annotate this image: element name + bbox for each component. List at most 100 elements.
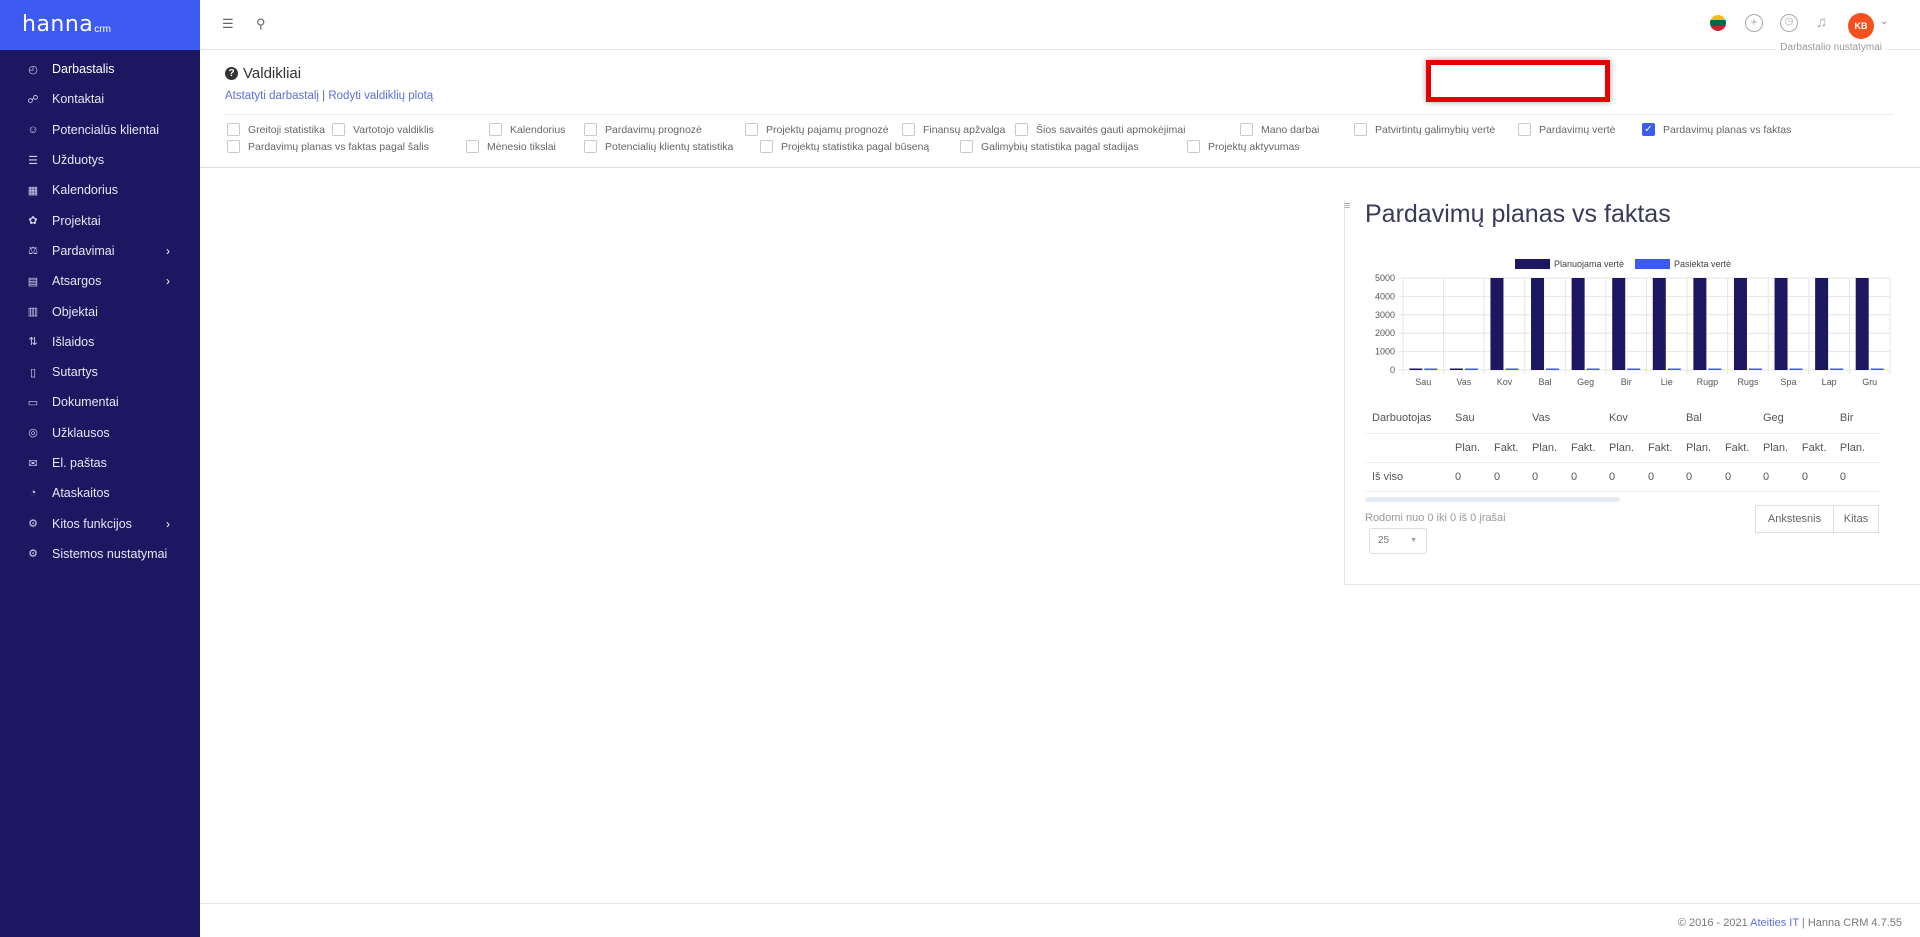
- widget-checkbox[interactable]: Potencialių klientų statistika: [584, 140, 733, 153]
- brand-logo[interactable]: hanna crm: [0, 0, 200, 50]
- checkbox-icon[interactable]: [332, 123, 345, 136]
- sub-header-cell[interactable]: Plan.: [1840, 433, 1879, 462]
- widget-checkbox[interactable]: Mėnesio tikslai: [466, 140, 556, 153]
- month-header[interactable]: Bal: [1686, 404, 1725, 433]
- add-icon[interactable]: +: [1745, 14, 1763, 32]
- sub-header-cell[interactable]: Plan.: [1532, 433, 1571, 462]
- bar-planned: [1409, 368, 1423, 370]
- widget-checkbox[interactable]: Mano darbai: [1240, 123, 1319, 136]
- drag-handle-icon[interactable]: ≡: [1344, 200, 1350, 212]
- leads-icon: ☺: [27, 123, 39, 136]
- bar-achieved: [1546, 368, 1560, 370]
- month-header[interactable]: Bir: [1840, 404, 1879, 433]
- checkbox-icon[interactable]: [1187, 140, 1200, 153]
- bell-icon[interactable]: ♫: [1816, 14, 1827, 31]
- widget-checkbox[interactable]: Vartotojo valdiklis: [332, 123, 434, 136]
- sidebar-item-kitos-funkcijos[interactable]: ⚙ Kitos funkcijos ›: [0, 508, 200, 538]
- month-header[interactable]: Kov: [1609, 404, 1648, 433]
- widget-checkbox[interactable]: Pardavimų planas vs faktas pagal šalis: [227, 140, 429, 153]
- table-cell: 0: [1570, 470, 1578, 483]
- legend-item: Planuojama vertė: [1515, 259, 1624, 269]
- sub-header-cell[interactable]: Plan.: [1455, 433, 1494, 462]
- sidebar-item-label: Objektai: [52, 304, 98, 319]
- widget-checkbox[interactable]: Projektų statistika pagal būseną: [760, 140, 929, 153]
- column-header-employee[interactable]: Darbuotojas: [1365, 404, 1455, 433]
- company-link[interactable]: Ateities IT: [1750, 917, 1799, 929]
- checkbox-icon[interactable]: [584, 140, 597, 153]
- widget-checkbox[interactable]: Patvirtintų galimybių vertė: [1354, 123, 1495, 136]
- bar-planned: [1733, 278, 1747, 370]
- sub-header-cell[interactable]: Plan.: [1763, 433, 1802, 462]
- widgets-panel: ? Valdikliai Atstatyti darbastalį | Rody…: [200, 50, 1920, 168]
- checkbox-checked-icon[interactable]: ✓: [1642, 123, 1655, 136]
- widget-checkbox[interactable]: Pardavimų vertė: [1518, 123, 1615, 136]
- bar-achieved: [1748, 368, 1762, 370]
- widget-checkbox[interactable]: Pardavimų prognozė: [584, 123, 702, 136]
- widget-checkbox[interactable]: ✓ Pardavimų planas vs faktas: [1642, 123, 1791, 136]
- sidebar-item-darbastalis[interactable]: ◴ Darbastalis: [0, 54, 200, 84]
- sidebar-item-užduotys[interactable]: ☰ Užduotys: [0, 145, 200, 175]
- sidebar-item-ataskaitos[interactable]: ◔ Ataskaitos: [0, 478, 200, 508]
- month-header[interactable]: Vas: [1532, 404, 1571, 433]
- checkbox-icon[interactable]: [584, 123, 597, 136]
- language-flag-icon[interactable]: [1710, 15, 1726, 31]
- sidebar-item-dokumentai[interactable]: ▭ Dokumentai: [0, 387, 200, 417]
- widget-checkbox[interactable]: Projektų pajamų prognozė: [745, 123, 889, 136]
- checkbox-icon[interactable]: [466, 140, 479, 153]
- table-cell: 0: [1839, 470, 1847, 483]
- widget-checkbox[interactable]: Finansų apžvalga: [902, 123, 1005, 136]
- sidebar-item-el-paštas[interactable]: ✉ El. paštas: [0, 448, 200, 478]
- checkbox-icon[interactable]: [745, 123, 758, 136]
- sub-header-cell[interactable]: Fakt.: [1725, 433, 1763, 462]
- widget-checkbox[interactable]: Kalendorius: [489, 123, 565, 136]
- widget-checkbox[interactable]: Galimybių statistika pagal stadijas: [960, 140, 1139, 153]
- sidebar-item-projektai[interactable]: ✿ Projektai: [0, 205, 200, 235]
- previous-page-button[interactable]: Ankstesnis: [1755, 505, 1834, 533]
- sidebar-item-sutartys[interactable]: ▯ Sutartys: [0, 357, 200, 387]
- checkbox-icon[interactable]: [489, 123, 502, 136]
- horizontal-scrollbar[interactable]: [1365, 497, 1620, 502]
- avatar[interactable]: KB: [1848, 13, 1874, 39]
- widget-checkbox[interactable]: Greitoji statistika: [227, 123, 325, 136]
- sub-header-cell[interactable]: Fakt.: [1494, 433, 1532, 462]
- checkbox-icon[interactable]: [227, 140, 240, 153]
- sidebar-item-atsargos[interactable]: ▤ Atsargos ›: [0, 266, 200, 296]
- sidebar-item-label: Projektai: [52, 213, 101, 228]
- search-icon[interactable]: ⚲: [256, 16, 266, 32]
- clock-icon[interactable]: ◷: [1780, 14, 1798, 32]
- sidebar-item-sistemos-nustatymai[interactable]: ⚙ Sistemos nustatymai: [0, 539, 200, 569]
- checkbox-icon[interactable]: [1354, 123, 1367, 136]
- sub-header-cell[interactable]: Fakt.: [1571, 433, 1609, 462]
- reset-desktop-link[interactable]: Atstatyti darbastalį: [225, 90, 319, 102]
- sidebar-item-objektai[interactable]: ▥ Objektai: [0, 296, 200, 326]
- checkbox-icon[interactable]: [1240, 123, 1253, 136]
- sidebar-item-kalendorius[interactable]: ▦ Kalendorius: [0, 175, 200, 205]
- sub-header-cell[interactable]: Fakt.: [1648, 433, 1686, 462]
- widget-checkbox[interactable]: Šios savaitės gauti apmokėjimai: [1015, 123, 1185, 136]
- show-widget-area-link[interactable]: Rodyti valdiklių plotą: [328, 90, 433, 102]
- checkbox-icon[interactable]: [1518, 123, 1531, 136]
- sidebar-item-potencialūs-klientai[interactable]: ☺ Potencialūs klientai: [0, 115, 200, 145]
- sidebar-item-kontaktai[interactable]: ☍ Kontaktai: [0, 84, 200, 114]
- page-size-select[interactable]: 25 ▼: [1369, 528, 1427, 554]
- sidebar-item-užklausos[interactable]: ◎ Užklausos: [0, 418, 200, 448]
- widget-checkbox-label: Mėnesio tikslai: [487, 140, 556, 153]
- checkbox-icon[interactable]: [227, 123, 240, 136]
- checkbox-icon[interactable]: [902, 123, 915, 136]
- question-circle-icon[interactable]: ?: [225, 67, 238, 80]
- checkbox-icon[interactable]: [960, 140, 973, 153]
- next-page-button[interactable]: Kitas: [1833, 505, 1879, 533]
- sub-header-cell[interactable]: Plan.: [1686, 433, 1725, 462]
- checkbox-icon[interactable]: [760, 140, 773, 153]
- widget-checkbox[interactable]: Projektų aktyvumas: [1187, 140, 1300, 153]
- widget-checkbox-label: Potencialių klientų statistika: [605, 140, 734, 153]
- chevron-down-icon[interactable]: ⌄: [1880, 16, 1888, 27]
- sidebar-item-pardavimai[interactable]: ⚖ Pardavimai ›: [0, 236, 200, 266]
- menu-toggle-icon[interactable]: ☰: [222, 16, 234, 32]
- checkbox-icon[interactable]: [1015, 123, 1028, 136]
- sub-header-cell[interactable]: Fakt.: [1802, 433, 1840, 462]
- month-header[interactable]: Geg: [1763, 404, 1802, 433]
- month-header[interactable]: Sau: [1455, 404, 1494, 433]
- sub-header-cell[interactable]: Plan.: [1609, 433, 1648, 462]
- sidebar-item-išlaidos[interactable]: ⇅ Išlaidos: [0, 327, 200, 357]
